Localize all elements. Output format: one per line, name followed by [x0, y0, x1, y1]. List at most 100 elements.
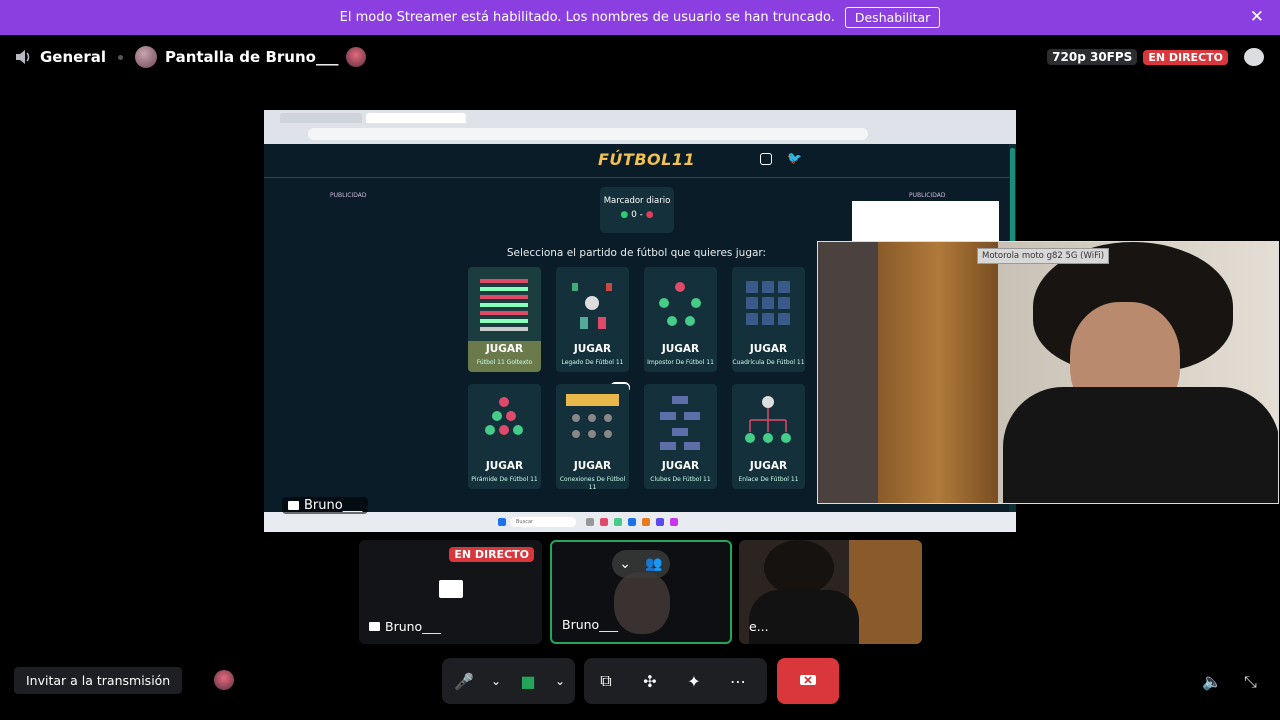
activity-avatar — [346, 47, 367, 67]
activity-avatar[interactable] — [214, 670, 234, 690]
windows-taskbar: Buscar — [264, 512, 1016, 532]
start-icon — [498, 518, 506, 526]
camera-icon[interactable]: ■ — [506, 672, 550, 691]
game-card[interactable]: JUGAR Impostor De Fútbol 11 — [644, 267, 717, 372]
users-icon[interactable]: 👥 — [645, 556, 662, 572]
screen-title: Pantalla de Bruno___ — [165, 48, 339, 66]
more-icon[interactable]: ⋯ — [716, 672, 760, 691]
participant-tile[interactable]: EN DIRECTO Bruno___ — [359, 540, 542, 644]
streamer-mode-banner: El modo Streamer está habilitado. Los no… — [0, 0, 1280, 35]
game-thumbnail — [566, 394, 619, 438]
chevron-down-icon[interactable]: ⌄ — [619, 556, 631, 572]
stream-name-tag: Bruno___ — [282, 497, 369, 514]
game-thumbnail — [745, 396, 791, 443]
browser-tab — [280, 113, 362, 123]
play-label: JUGAR — [573, 460, 612, 472]
tile-label: Bruno___ — [369, 619, 441, 634]
tile-label: e... — [749, 619, 769, 634]
participant-tile[interactable]: ⌄ 👥 Bruno___ — [550, 540, 732, 644]
call-header: General Pantalla de Bruno___ 720p 30FPS … — [0, 38, 1280, 78]
monitor-icon — [288, 501, 299, 510]
play-label: JUGAR — [661, 343, 700, 355]
site-logo: FÚTBOL11 — [598, 150, 696, 169]
taskbar-search: Buscar — [510, 517, 576, 527]
play-label: JUGAR — [749, 343, 788, 355]
game-card[interactable]: JUGAR Conexiones De Fútbol 11 — [556, 384, 629, 489]
participant-video — [764, 540, 834, 595]
game-card[interactable]: JUGAR Fútbol 11 Goltexto — [468, 267, 541, 372]
banner-message: El modo Streamer está habilitado. Los no… — [339, 10, 835, 25]
webcam-background — [878, 242, 998, 503]
game-card[interactable]: JUGAR Pirámide De Fútbol 11 — [468, 384, 541, 489]
leave-call-icon — [800, 675, 816, 685]
game-name: Pirámide De Fútbol 11 — [471, 476, 538, 483]
address-bar — [308, 128, 868, 140]
app-icon — [670, 518, 678, 526]
activity-controls: ⧉ ✣ ✦ ⋯ — [584, 658, 767, 704]
tile-label: Bruno___ — [562, 617, 618, 632]
game-card[interactable]: JUGAR Clubes De Fútbol 11 — [644, 384, 717, 489]
soundboard-icon[interactable]: ✦ — [672, 672, 716, 691]
fullscreen-exit-icon[interactable]: ⤡ — [1244, 672, 1257, 692]
score-value: ● 0 - ● — [620, 210, 654, 220]
webcam-person-body — [1003, 387, 1278, 503]
play-label: JUGAR — [749, 460, 788, 472]
scroll-thumb[interactable] — [1010, 148, 1015, 248]
browser-chrome — [264, 110, 1016, 144]
streamer-name: Bruno___ — [304, 498, 363, 513]
instagram-icon — [760, 153, 772, 165]
app-icon — [656, 518, 664, 526]
game-thumbnail — [660, 396, 700, 450]
ad-label-right: PUBLICIDAD — [909, 192, 946, 199]
monitor-icon — [439, 580, 463, 598]
twitter-icon: 🐦 — [787, 151, 802, 165]
tile-controls[interactable]: ⌄ 👥 — [612, 550, 670, 578]
browser-tab — [366, 113, 466, 123]
play-label: JUGAR — [661, 460, 700, 472]
score-title: Marcador diario — [603, 196, 671, 206]
invite-button[interactable]: Invitar a la transmisión — [14, 667, 183, 694]
channel-name: General — [40, 48, 106, 66]
game-name: Clubes De Fútbol 11 — [650, 476, 711, 483]
app-icon — [642, 518, 650, 526]
play-label: JUGAR — [485, 343, 524, 355]
app-icon — [586, 518, 594, 526]
participant-video — [614, 572, 670, 634]
game-thumbnail — [485, 397, 523, 435]
game-card[interactable]: JUGAR Enlace De Fútbol 11 — [732, 384, 805, 489]
game-card[interactable]: JUGAR Legado De Fútbol 11 — [556, 267, 629, 372]
game-card[interactable]: JUGAR Cuadrícula De Fútbol 11 — [732, 267, 805, 372]
app-icon — [628, 518, 636, 526]
game-name: Fútbol 11 Goltexto — [476, 359, 533, 366]
screen-share-icon[interactable]: ⧉ — [584, 671, 628, 691]
chevron-down-icon[interactable]: ⌄ — [550, 674, 570, 688]
device-tag: Motorola moto g82 5G (WiFi) — [977, 248, 1110, 264]
chat-icon[interactable] — [1244, 48, 1264, 66]
close-icon[interactable]: ✕ — [1250, 8, 1264, 26]
microphone-icon[interactable]: 🎤 — [442, 672, 486, 691]
game-name: Enlace De Fútbol 11 — [738, 476, 799, 483]
game-name: Cuadrícula De Fútbol 11 — [732, 359, 805, 366]
game-thumbnail — [572, 283, 612, 329]
app-icon — [614, 518, 622, 526]
participant-video — [749, 590, 859, 644]
disconnect-button[interactable] — [777, 658, 839, 704]
live-badge: EN DIRECTO — [449, 547, 534, 562]
daily-score: Marcador diario ● 0 - ● — [600, 187, 674, 233]
monitor-icon — [369, 622, 380, 631]
play-label: JUGAR — [573, 343, 612, 355]
participant-tile[interactable]: e... — [739, 540, 922, 644]
media-controls: 🎤 ⌄ ■ ⌄ — [442, 658, 575, 704]
ad-label-left: PUBLICIDAD — [330, 192, 367, 199]
participant-video — [849, 540, 922, 644]
chevron-down-icon[interactable]: ⌄ — [486, 674, 506, 688]
volume-icon[interactable]: 🔈 — [1202, 672, 1222, 691]
activities-icon[interactable]: ✣ — [628, 672, 672, 691]
webcam-overlay: Motorola moto g82 5G (WiFi) — [817, 241, 1279, 504]
game-thumbnail — [746, 281, 790, 325]
game-thumbnail — [659, 282, 701, 326]
disable-streamer-button[interactable]: Deshabilitar — [844, 7, 941, 28]
game-name: Legado De Fútbol 11 — [561, 359, 624, 366]
ad-box — [852, 201, 999, 246]
play-label: JUGAR — [485, 460, 524, 472]
